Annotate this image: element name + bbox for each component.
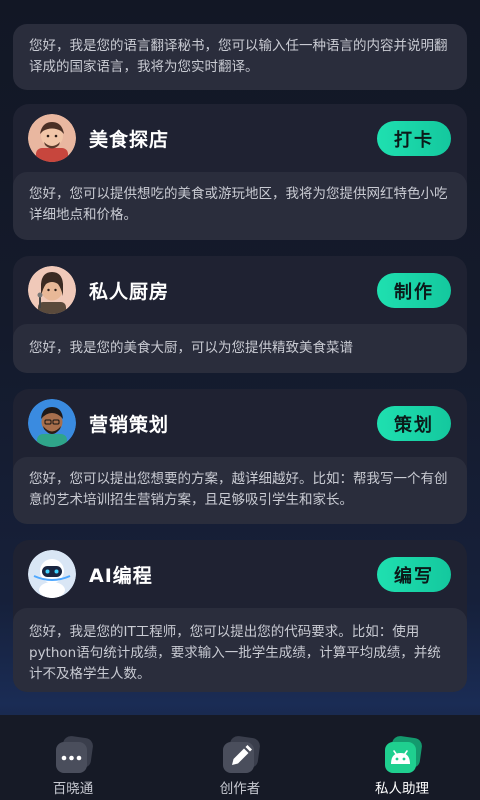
tab-label: 私人助理 [375, 781, 429, 797]
chat-dots-icon [53, 733, 95, 775]
tab-label: 百晓通 [52, 781, 94, 797]
card-header: 美食探店 打卡 [13, 104, 467, 172]
assistant-card-private-kitchen[interactable]: 私人厨房 制作 您好，我是您的美食大厨，可以为您提供精致美食菜谱 [13, 256, 467, 373]
android-robot-icon [382, 733, 424, 775]
card-description-text: 您好，您可以提出您想要的方案，越详细越好。比如：帮我写一个有创意的艺术培训招生营… [29, 471, 448, 508]
card-description: 您好，您可以提供想吃的美食或游玩地区，我将为您提供网红特色小吃详细地点和价格。 [13, 172, 467, 240]
assistant-card-food-explorer[interactable]: 美食探店 打卡 您好，您可以提供想吃的美食或游玩地区，我将为您提供网红特色小吃详… [13, 104, 467, 240]
marketer-avatar [28, 399, 76, 447]
intro-description: 您好，我是您的语言翻译秘书，您可以输入任一种语言的内容并说明翻译成的国家语言，我… [13, 24, 467, 90]
card-description: 您好，我是您的美食大厨，可以为您提供精致美食菜谱 [13, 324, 467, 373]
robot-avatar [28, 550, 76, 598]
pen-icon [220, 733, 262, 775]
write-code-button[interactable]: 编写 [377, 557, 451, 592]
make-button[interactable]: 制作 [377, 273, 451, 308]
tab-personal-assistant[interactable]: 私人助理 [342, 715, 462, 800]
card-title: 营销策划 [89, 414, 170, 436]
card-header: AI编程 编写 [13, 540, 467, 608]
food-explorer-avatar [28, 114, 76, 162]
plan-button[interactable]: 策划 [377, 406, 451, 441]
tab-creator[interactable]: 创作者 [180, 715, 300, 800]
assistant-card-marketing[interactable]: 营销策划 策划 您好，您可以提出您想要的方案，越详细越好。比如：帮我写一个有创意… [13, 389, 467, 524]
checkin-button[interactable]: 打卡 [377, 121, 451, 156]
tab-label: 创作者 [219, 781, 261, 797]
card-header: 营销策划 策划 [13, 389, 467, 457]
card-description-text: 您好，我是您的美食大厨，可以为您提供精致美食菜谱 [29, 340, 353, 356]
card-header: 私人厨房 制作 [13, 256, 467, 324]
card-title: 私人厨房 [89, 281, 170, 303]
intro-text: 您好，我是您的语言翻译秘书，您可以输入任一种语言的内容并说明翻译成的国家语言，我… [29, 38, 448, 75]
card-description: 您好，我是您的IT工程师，您可以提出您的代码要求。比如：使用python语句统计… [13, 608, 467, 692]
card-title: 美食探店 [89, 129, 170, 151]
card-description-text: 您好，我是您的IT工程师，您可以提出您的代码要求。比如：使用python语句统计… [29, 624, 441, 682]
assistant-card-ai-coding[interactable]: AI编程 编写 您好，我是您的IT工程师，您可以提出您的代码要求。比如：使用py… [13, 540, 467, 692]
chef-avatar [28, 266, 76, 314]
tab-baixiaotong[interactable]: 百晓通 [13, 715, 133, 800]
assistant-list[interactable]: 您好，我是您的语言翻译秘书，您可以输入任一种语言的内容并说明翻译成的国家语言，我… [0, 0, 480, 715]
card-description-text: 您好，您可以提供想吃的美食或游玩地区，我将为您提供网红特色小吃详细地点和价格。 [29, 186, 448, 223]
card-description: 您好，您可以提出您想要的方案，越详细越好。比如：帮我写一个有创意的艺术培训招生营… [13, 457, 467, 524]
card-title: AI编程 [89, 565, 153, 587]
bottom-tab-bar: 百晓通 创作者 私人助理 [0, 715, 480, 800]
